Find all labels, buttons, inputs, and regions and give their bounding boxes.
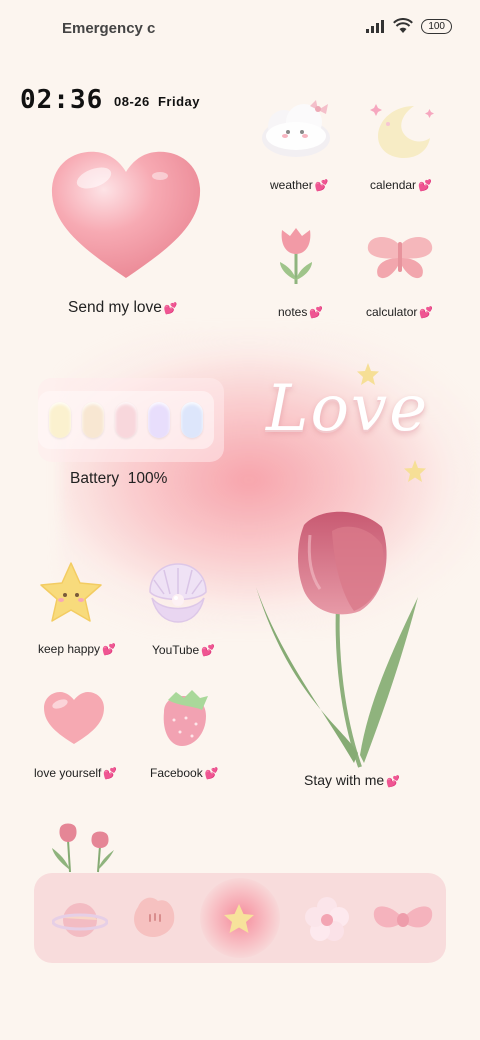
calculator-app[interactable] (364, 232, 436, 282)
send-love-label: Send my love 💕 (68, 299, 178, 317)
bow-icon (373, 906, 433, 928)
small-tulips-icon (52, 823, 114, 873)
weather-label: weather 💕 (270, 178, 328, 192)
battery-cell (147, 402, 170, 438)
hearts-icon: 💕 (103, 768, 118, 780)
hearts-icon: 💕 (419, 307, 434, 319)
date-text: 08-26 (114, 94, 150, 109)
hearts-icon: 💕 (314, 180, 329, 192)
keep-happy-text: keep happy (38, 642, 101, 656)
heart-icon (51, 151, 201, 278)
status-carrier-text: Emergency c (62, 20, 156, 37)
cloud-icon (262, 100, 330, 157)
heart-icon (44, 692, 104, 744)
status-icons: 100 (365, 18, 452, 34)
star-decor-icon (404, 460, 426, 482)
battery-indicator: 100 (421, 18, 452, 34)
tulip-icon (256, 511, 418, 768)
battery-cells (38, 391, 214, 449)
battery-cell (180, 402, 203, 438)
love-yourself-app[interactable] (42, 690, 106, 746)
weather-text: weather (270, 178, 313, 192)
battery-label: Battery 100% (70, 470, 168, 487)
love-text: Love (266, 372, 430, 446)
star-icon (224, 904, 254, 933)
tulip-icon (280, 228, 312, 284)
battery-cell (82, 402, 105, 438)
hearts-icon: 💕 (201, 645, 215, 657)
clock-time: 02:36 (20, 85, 104, 115)
wifi-icon (393, 18, 414, 33)
battery-cell (114, 402, 137, 438)
shell-icon (149, 563, 207, 623)
love-yourself-label: love yourself 💕 (34, 766, 117, 780)
hearts-icon: 💕 (204, 768, 219, 780)
hearts-icon: 💕 (163, 303, 178, 315)
hearts-icon: 💕 (386, 776, 400, 788)
calculator-label: calculator 💕 (366, 305, 433, 319)
keep-happy-label: keep happy 💕 (38, 642, 116, 656)
stay-with-me-text: Stay with me (304, 772, 385, 788)
love-yourself-text: love yourself (34, 766, 102, 780)
dock-star-app[interactable] (222, 902, 256, 936)
hearts-icon: 💕 (418, 180, 432, 192)
butterfly-icon (367, 237, 433, 279)
notes-label: notes 💕 (278, 305, 323, 319)
dock-bow-app[interactable] (372, 900, 434, 938)
calendar-text: calendar (370, 178, 417, 192)
facebook-app[interactable] (156, 688, 212, 748)
dock-planet-app[interactable] (51, 898, 109, 942)
paw-icon (134, 897, 175, 938)
weekday-text: Friday (157, 94, 200, 109)
moon-icon (370, 104, 434, 158)
calendar-app[interactable] (364, 100, 440, 164)
notes-text: notes (278, 305, 308, 319)
facebook-label: Facebook 💕 (150, 766, 218, 780)
facebook-text: Facebook (150, 766, 203, 780)
weather-app[interactable] (258, 96, 334, 162)
send-love-widget[interactable] (48, 148, 204, 282)
planet-icon (51, 903, 109, 937)
flower-icon (305, 897, 349, 941)
keep-happy-app[interactable] (38, 560, 104, 626)
youtube-label: YouTube 💕 (152, 643, 215, 657)
hearts-icon: 💕 (102, 644, 116, 656)
stay-with-me-widget[interactable] (250, 505, 425, 770)
calendar-label: calendar 💕 (370, 178, 432, 192)
hearts-icon: 💕 (309, 307, 324, 319)
dock-flower-app[interactable] (304, 896, 350, 942)
stay-with-me-label: Stay with me 💕 (304, 772, 400, 788)
clock-date: 08-26 Friday (114, 94, 200, 109)
signal-icon (366, 20, 385, 33)
smiling-star-icon (40, 562, 102, 622)
strawberry-icon (163, 690, 208, 746)
calculator-text: calculator (366, 305, 418, 319)
youtube-app[interactable] (142, 562, 214, 626)
notes-app[interactable] (272, 224, 320, 288)
dock-paw-app[interactable] (128, 893, 178, 941)
send-love-text: Send my love (68, 299, 162, 316)
youtube-text: YouTube (152, 643, 200, 657)
battery-cell (49, 402, 72, 438)
